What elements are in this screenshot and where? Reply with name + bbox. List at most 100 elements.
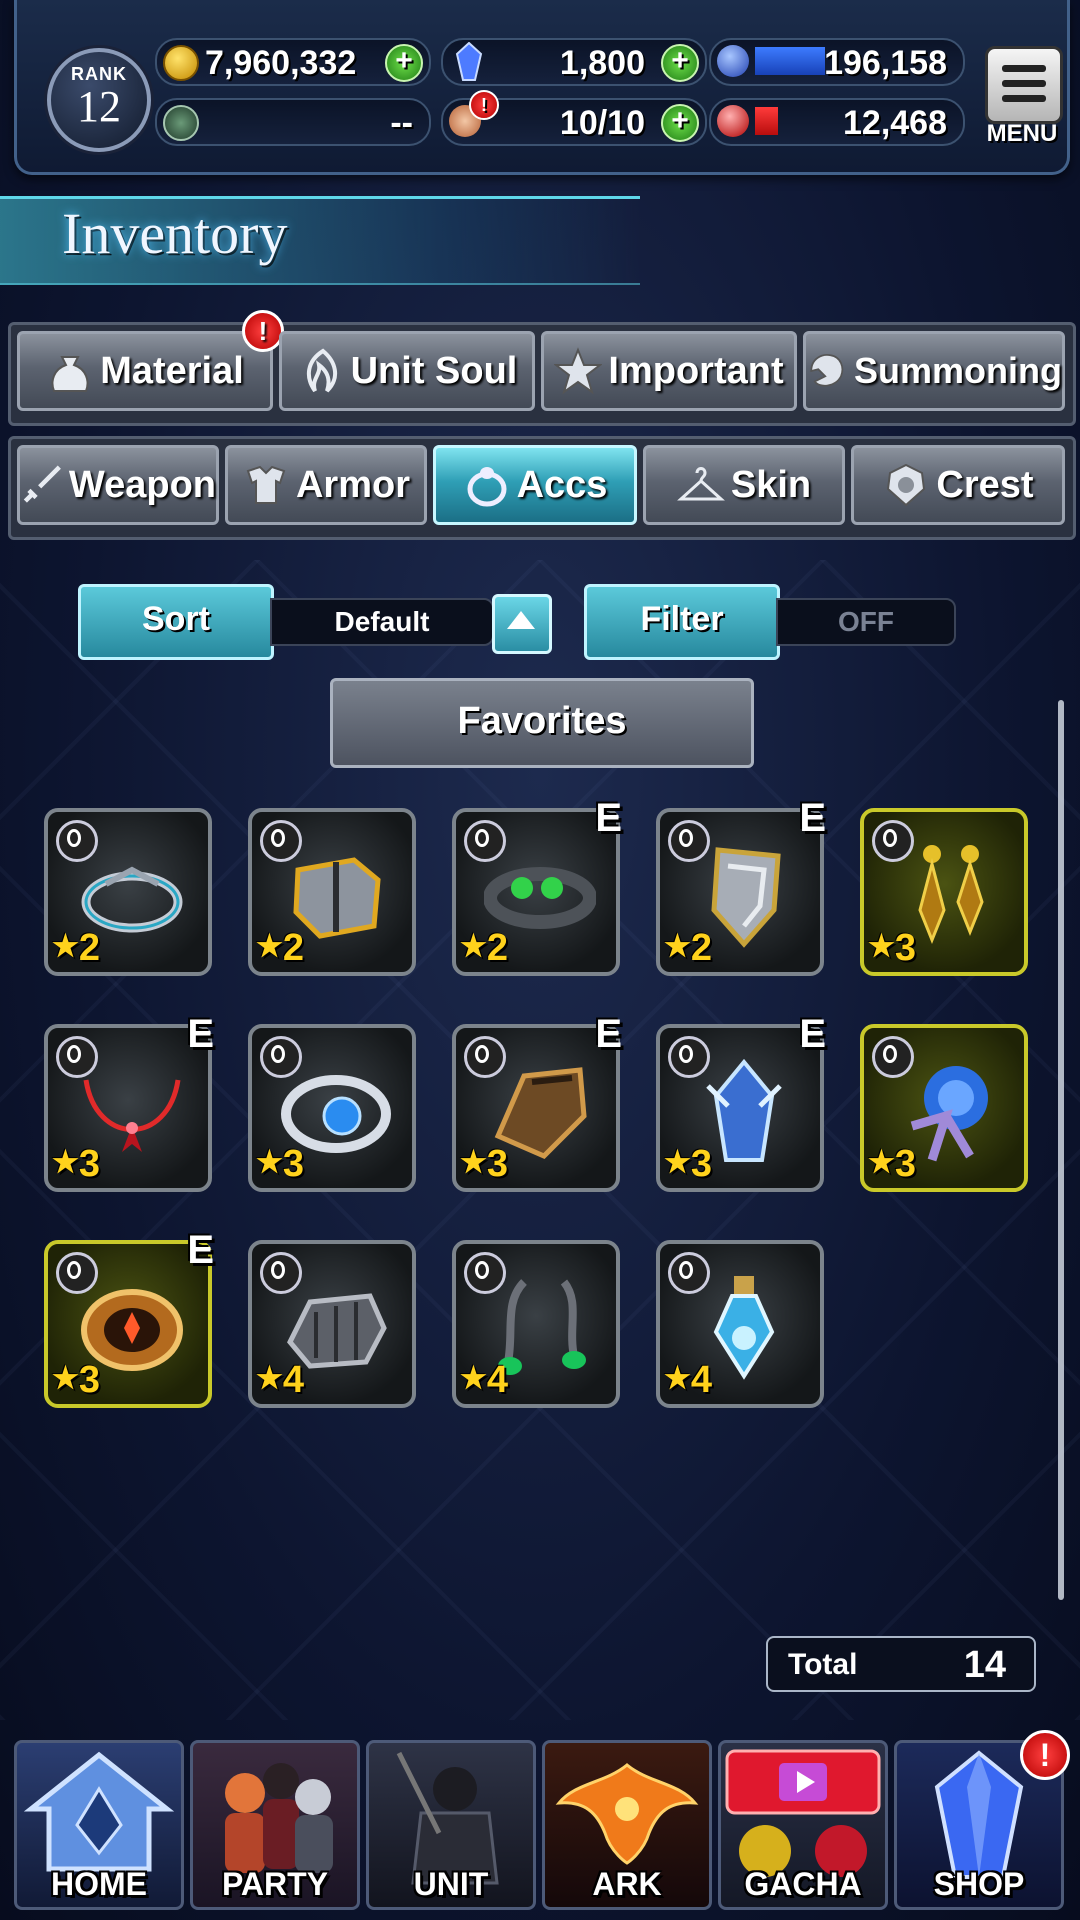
rarity-value: 3 (690, 1143, 713, 1185)
sort-value[interactable]: Default (270, 598, 494, 646)
rarity-label: ★4 (256, 1359, 304, 1402)
status-bar: RANK 12 7,960,332 + 1,800 + 196,158 -- !… (14, 0, 1070, 175)
star-icon: ★ (868, 930, 895, 963)
rarity-label: ★2 (460, 927, 508, 970)
accessory-slot[interactable]: ★2 (44, 808, 212, 976)
accessory-slot[interactable]: ★3 E (656, 1012, 826, 1192)
lapis-add-button[interactable]: + (661, 44, 699, 82)
accessory-slot[interactable]: ★2 E (452, 796, 622, 976)
tab-accs[interactable]: Accs (433, 445, 637, 525)
rarity-value: 4 (486, 1359, 509, 1401)
rarity-value: 3 (894, 927, 917, 969)
equipped-mark: E (187, 1228, 214, 1272)
tab-weapon-label: Weapon (68, 463, 216, 506)
nav-ark[interactable]: ARK (542, 1740, 712, 1910)
accessory-slot[interactable]: ★3 E (44, 1012, 214, 1192)
equipped-mark: E (595, 1012, 622, 1056)
accessory-slot[interactable]: ★3 E (452, 1012, 622, 1192)
red-value: 12,468 (843, 104, 947, 142)
rarity-value: 3 (486, 1143, 509, 1185)
accessory-slot[interactable]: ★4 (452, 1240, 620, 1408)
star-icon: ★ (256, 1362, 283, 1395)
sort-order-toggle-button[interactable] (492, 594, 552, 654)
filter-value[interactable]: OFF (776, 598, 956, 646)
star-icon: ★ (52, 1362, 79, 1395)
accessory-type-icon (872, 1036, 914, 1078)
star-icon: ★ (256, 1146, 283, 1179)
accessory-slot[interactable]: ★3 (860, 808, 1028, 976)
rarity-value: 4 (282, 1359, 305, 1401)
accessory-type-icon (56, 820, 98, 862)
gil-add-button[interactable]: + (385, 44, 423, 82)
scrollbar[interactable] (1058, 700, 1064, 1600)
tab-important[interactable]: Important (541, 331, 797, 411)
blue-value: 196,158 (824, 44, 947, 82)
ring-icon (467, 467, 507, 507)
star-icon: ★ (52, 930, 79, 963)
stamina-add-button[interactable]: + (661, 104, 699, 142)
accessory-type-icon (56, 1252, 98, 1294)
rarity-value: 2 (282, 927, 305, 969)
category-tabs-equipment: Weapon Armor Accs Skin Crest (8, 436, 1076, 540)
rarity-value: 3 (78, 1359, 101, 1401)
tab-skin[interactable]: Skin (643, 445, 845, 525)
stamina-alert-badge: ! (469, 90, 499, 120)
nav-unit-label: UNIT (413, 1866, 489, 1902)
star-icon: ★ (256, 930, 283, 963)
accessory-slot[interactable]: ★3 (248, 1024, 416, 1192)
rarity-label: ★3 (868, 1143, 916, 1186)
rarity-label: ★3 (460, 1143, 508, 1186)
hanger-icon (676, 467, 725, 501)
tab-armor[interactable]: Armor (225, 445, 427, 525)
accessory-type-icon (260, 1036, 302, 1078)
star-icon: ★ (664, 1362, 691, 1395)
gil-counter: 7,960,332 + (155, 38, 431, 86)
tab-material[interactable]: Material ! (17, 310, 284, 411)
rarity-value: 4 (690, 1359, 713, 1401)
accessory-type-icon (872, 820, 914, 862)
rarity-label: ★3 (664, 1143, 712, 1186)
accessory-slot[interactable]: ★3 (860, 1024, 1028, 1192)
accessory-slot[interactable]: ★3 E (44, 1228, 214, 1408)
tab-unit-soul[interactable]: Unit Soul (279, 331, 535, 411)
tab-crest[interactable]: Crest (851, 445, 1065, 525)
accessory-slot[interactable]: ★2 E (656, 796, 826, 976)
nav-unit[interactable]: UNIT (366, 1740, 536, 1910)
blue-counter: 196,158 (709, 38, 965, 86)
favorites-button[interactable]: Favorites (330, 678, 754, 768)
nav-party[interactable]: PARTY (190, 1740, 360, 1910)
tab-material-label: Material (100, 349, 244, 392)
accessory-slot[interactable]: ★4 (248, 1240, 416, 1408)
sort-button[interactable]: Sort (78, 584, 274, 660)
stamina-counter: ! 10/10 + (441, 90, 707, 146)
sword-emblem-icon (163, 105, 199, 141)
nav-home[interactable]: HOME (14, 1740, 184, 1910)
equipped-mark: E (799, 796, 826, 840)
rank-badge[interactable]: RANK 12 (47, 48, 151, 152)
tab-summoning[interactable]: Summoning (803, 331, 1065, 411)
menu-button[interactable] (985, 46, 1063, 124)
tab-crest-label: Crest (936, 463, 1034, 506)
category-tabs-primary: Material ! Unit Soul Important Summoning (8, 310, 1076, 426)
accessory-type-icon (464, 1252, 506, 1294)
filter-button[interactable]: Filter (584, 584, 780, 660)
accessory-slot[interactable]: ★2 (248, 808, 416, 976)
star-icon: ★ (460, 930, 487, 963)
rarity-value: 3 (894, 1143, 917, 1185)
shop-alert-badge: ! (1020, 1730, 1070, 1780)
soul-flame-icon (306, 348, 337, 393)
lapis-value: 1,800 (559, 44, 645, 82)
rank-value: 12 (77, 82, 121, 131)
rarity-value: 3 (78, 1143, 101, 1185)
rarity-value: 2 (78, 927, 101, 969)
rarity-label: ★2 (52, 927, 100, 970)
tab-weapon[interactable]: Weapon (17, 445, 219, 525)
accessory-type-icon (668, 1036, 710, 1078)
rarity-label: ★4 (460, 1359, 508, 1402)
nav-gacha[interactable]: GACHA (718, 1740, 888, 1910)
star-icon: ★ (460, 1146, 487, 1179)
material-alert-badge: ! (242, 310, 284, 352)
rarity-label: ★3 (256, 1143, 304, 1186)
accessory-slot[interactable]: ★4 (656, 1240, 824, 1408)
accessory-type-icon (668, 1252, 710, 1294)
